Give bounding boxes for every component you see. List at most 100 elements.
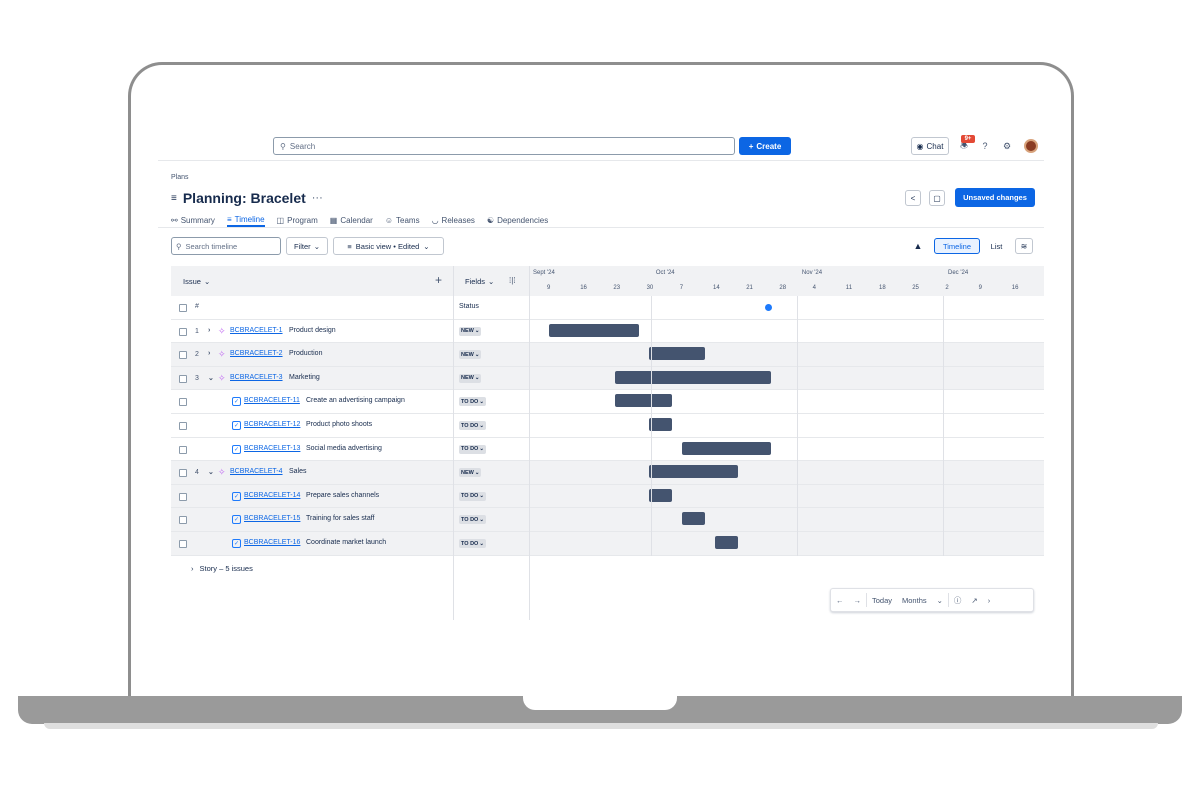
chevron-right-icon[interactable]: › bbox=[208, 327, 210, 334]
row-checkbox[interactable] bbox=[179, 516, 187, 525]
chevron-down-icon[interactable]: ⌄ bbox=[208, 374, 214, 382]
schedule-bar[interactable] bbox=[615, 394, 672, 408]
view-settings-button[interactable]: ≡ Basic view • Edited ⌄ bbox=[333, 237, 444, 255]
status-lozenge[interactable]: TO DO ⌄ bbox=[459, 539, 486, 548]
row-checkbox[interactable] bbox=[179, 422, 187, 430]
fields-column-header[interactable]: Fields ⌄ bbox=[465, 277, 494, 286]
issue-key-link[interactable]: BCBRACELET-2 bbox=[230, 350, 283, 357]
issue-row[interactable]: ✓ BCBRACELET-15 Training for sales staff TO… bbox=[171, 508, 1044, 532]
unsaved-changes-button[interactable]: Unsaved changes bbox=[955, 188, 1035, 207]
share-icon[interactable]: < bbox=[905, 190, 921, 206]
status-lozenge[interactable]: TO DO ⌄ bbox=[459, 421, 486, 430]
create-button[interactable]: + Create bbox=[739, 137, 791, 155]
column-label-row: # Status bbox=[171, 296, 1044, 320]
chevron-right-icon[interactable]: › bbox=[208, 350, 210, 357]
tab-dependencies[interactable]: ☯ Dependencies bbox=[487, 213, 548, 227]
gear-icon[interactable]: ⚙ bbox=[1000, 139, 1014, 153]
tab-releases[interactable]: ◡ Releases bbox=[432, 213, 475, 227]
issue-row[interactable]: 4 ⌄ ✧ BCBRACELET-4 Sales NEW ⌄ bbox=[171, 461, 1044, 485]
tab-calendar[interactable]: ▦ Calendar bbox=[330, 213, 373, 227]
select-all-checkbox[interactable] bbox=[179, 304, 187, 312]
issue-key-link[interactable]: BCBRACELET-12 bbox=[244, 421, 300, 428]
tab-program[interactable]: ◫ Program bbox=[277, 213, 318, 227]
info-icon[interactable]: ⓘ bbox=[949, 595, 967, 606]
row-checkbox[interactable] bbox=[179, 540, 187, 548]
timeline-view-toggle[interactable]: Timeline bbox=[934, 238, 980, 254]
people-icon: ☺ bbox=[384, 215, 393, 225]
scale-select[interactable]: Months bbox=[897, 596, 932, 605]
timeline-search-input[interactable]: ⚲ Search timeline bbox=[171, 237, 281, 255]
arrow-left-icon[interactable]: ← bbox=[831, 596, 849, 605]
schedule-bar[interactable] bbox=[648, 488, 672, 502]
today-button[interactable]: Today bbox=[867, 596, 897, 605]
help-icon[interactable]: ? bbox=[978, 139, 992, 153]
breadcrumb[interactable]: Plans bbox=[171, 174, 189, 181]
row-checkbox[interactable] bbox=[179, 398, 187, 407]
schedule-bar[interactable] bbox=[681, 512, 705, 526]
schedule-bar[interactable] bbox=[615, 370, 772, 384]
chat-label: Chat bbox=[926, 141, 944, 151]
status-label: NEW bbox=[461, 469, 474, 476]
status-lozenge[interactable]: NEW ⌄ bbox=[459, 350, 482, 360]
issue-key-link[interactable]: BCBRACELET-1 bbox=[230, 327, 283, 334]
story-group-toggle[interactable]: › Story – 5 issues bbox=[191, 564, 253, 573]
expand-icon[interactable]: ↗ bbox=[966, 596, 982, 605]
issue-key-link[interactable]: BCBRACELET-14 bbox=[244, 492, 300, 499]
row-checkbox[interactable] bbox=[179, 327, 187, 336]
chat-button[interactable]: ◉ Chat bbox=[911, 137, 949, 155]
status-lozenge[interactable]: TO DO ⌄ bbox=[459, 491, 486, 501]
issue-key-link[interactable]: BCBRACELET-16 bbox=[244, 539, 300, 546]
feedback-icon[interactable]: ▢ bbox=[929, 190, 945, 206]
collapse-fields-icon[interactable]: ⁞|⁞ bbox=[509, 276, 516, 285]
row-number: 2 bbox=[195, 351, 199, 359]
issue-column-header[interactable]: Issue ⌄ bbox=[183, 277, 210, 286]
chevron-down-icon[interactable]: ⌄ bbox=[208, 468, 214, 476]
tab-summary[interactable]: ⚯ Summary bbox=[171, 213, 215, 227]
tab-teams[interactable]: ☺ Teams bbox=[385, 213, 420, 227]
sliders-icon[interactable]: ≋ bbox=[1015, 238, 1033, 254]
issue-row[interactable]: 2 › ✧ BCBRACELET-2 Production NEW ⌄ bbox=[171, 343, 1044, 367]
issue-row[interactable]: 3 ⌄ ✧ BCBRACELET-3 Marketing NEW ⌄ bbox=[171, 366, 1044, 391]
schedule-bar[interactable] bbox=[548, 323, 639, 337]
user-avatar[interactable] bbox=[1024, 139, 1038, 153]
status-lozenge[interactable]: NEW ⌄ bbox=[459, 326, 482, 336]
row-checkbox[interactable] bbox=[179, 492, 187, 501]
add-issue-icon[interactable]: + bbox=[435, 273, 442, 287]
list-view-toggle[interactable]: List bbox=[984, 238, 1009, 254]
warning-icon[interactable]: ▲ bbox=[910, 238, 926, 254]
schedule-bar[interactable] bbox=[648, 347, 705, 361]
chevron-right-icon[interactable]: › bbox=[983, 596, 996, 605]
issue-key-link[interactable]: BCBRACELET-3 bbox=[230, 374, 283, 381]
schedule-bar[interactable] bbox=[648, 465, 739, 479]
issue-row[interactable]: ✓ BCBRACELET-11 Create an advertising camp… bbox=[171, 390, 1044, 414]
issue-row[interactable]: ✓ BCBRACELET-14 Prepare sales channels TO D… bbox=[171, 484, 1044, 509]
month-label: Dec '24 bbox=[948, 270, 969, 276]
status-lozenge[interactable]: NEW ⌄ bbox=[459, 373, 482, 383]
day-label: 28 bbox=[779, 285, 787, 291]
row-checkbox[interactable] bbox=[179, 374, 187, 383]
more-actions-icon[interactable]: ··· bbox=[312, 192, 323, 204]
row-checkbox[interactable] bbox=[179, 351, 187, 360]
issue-row[interactable]: 1 › ✧ BCBRACELET-1 Product design NEW ⌄ bbox=[171, 320, 1044, 344]
issue-row[interactable]: ✓ BCBRACELET-12 Product photo shoots TO DO ⌄ bbox=[171, 414, 1044, 438]
status-lozenge[interactable]: NEW ⌄ bbox=[459, 468, 482, 478]
issue-row[interactable]: ✓ BCBRACELET-16 Coordinate market launch TO… bbox=[171, 532, 1044, 556]
filter-button[interactable]: Filter ⌄ bbox=[286, 237, 328, 255]
schedule-bar[interactable] bbox=[648, 418, 672, 431]
issue-key-link[interactable]: BCBRACELET-15 bbox=[244, 515, 300, 522]
schedule-bar[interactable] bbox=[681, 441, 772, 455]
chevron-down-icon[interactable]: ⌄ bbox=[932, 596, 948, 605]
schedule-bar[interactable] bbox=[714, 536, 739, 549]
arrow-right-icon[interactable]: → bbox=[849, 596, 867, 605]
global-search-input[interactable]: ⚲ Search bbox=[273, 137, 735, 155]
tab-timeline[interactable]: ≡ Timeline bbox=[226, 213, 265, 227]
issue-key-link[interactable]: BCBRACELET-4 bbox=[230, 468, 283, 475]
status-lozenge[interactable]: TO DO ⌄ bbox=[459, 397, 486, 407]
status-lozenge[interactable]: TO DO ⌄ bbox=[459, 444, 486, 454]
issue-key-link[interactable]: BCBRACELET-13 bbox=[244, 445, 300, 452]
row-checkbox[interactable] bbox=[179, 469, 187, 478]
issue-key-link[interactable]: BCBRACELET-11 bbox=[244, 397, 300, 404]
status-lozenge[interactable]: TO DO ⌄ bbox=[459, 515, 486, 525]
issue-row[interactable]: ✓ BCBRACELET-13 Social media advertising TO… bbox=[171, 438, 1044, 462]
row-checkbox[interactable] bbox=[179, 445, 187, 454]
